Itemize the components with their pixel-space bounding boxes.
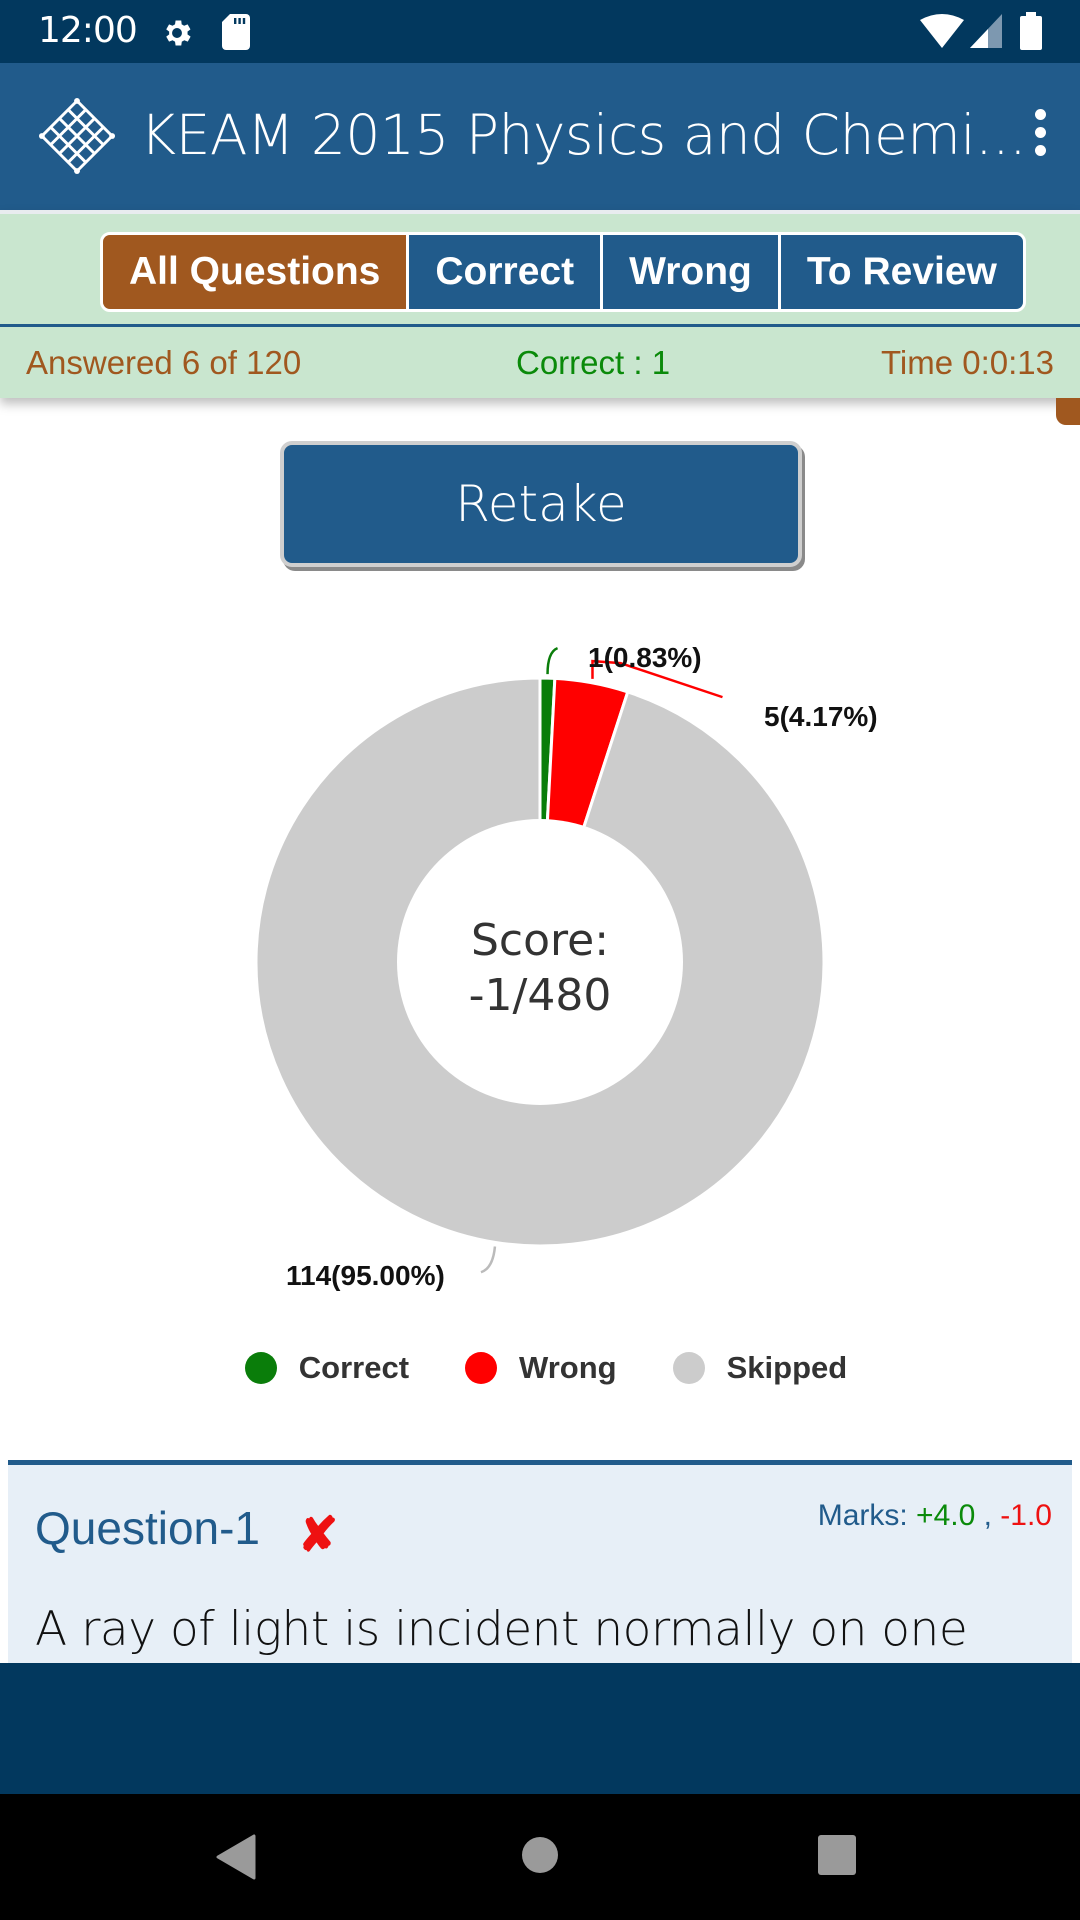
- legend-item-wrong[interactable]: Wrong: [465, 1350, 617, 1386]
- retake-button[interactable]: Retake: [280, 441, 802, 567]
- question-card[interactable]: Question-1 ✘ Marks: +4.0 , -1.0 A ray of…: [8, 1460, 1072, 1670]
- drawer-handle[interactable]: [1056, 398, 1080, 425]
- score-donut-chart: Score: -1/480 1(0.83%) 5(4.17%) 114(95.0…: [254, 642, 878, 1291]
- correct-count: Correct : 1: [516, 344, 671, 381]
- stats-row: Answered 6 of 120 Correct : 1 Time 0:0:1…: [0, 344, 1080, 388]
- more-vert-icon: [1034, 109, 1046, 120]
- legend-label: Skipped: [726, 1350, 848, 1385]
- legend-label: Wrong: [519, 1350, 617, 1385]
- sd-card-icon: [222, 14, 250, 50]
- more-vert-icon-dot: [1034, 127, 1046, 138]
- tab-to-review[interactable]: To Review: [777, 235, 1023, 309]
- divider: [0, 324, 1080, 327]
- chart-legend: Correct Wrong Skipped: [0, 1343, 1080, 1393]
- tab-correct[interactable]: Correct: [406, 235, 601, 309]
- leader-line-skipped: [480, 1246, 497, 1274]
- score-label: Score:: [471, 915, 609, 966]
- legend-label: Correct: [298, 1350, 410, 1385]
- more-vert-icon-dot: [1034, 145, 1046, 156]
- score-value: -1/480: [469, 970, 612, 1021]
- app-bar: KEAM 2015 Physics and Chemi...: [0, 63, 1080, 210]
- question-title: Question-1: [35, 1502, 261, 1554]
- tab-wrong[interactable]: Wrong: [600, 235, 778, 309]
- slice-label-wrong: 5(4.17%): [764, 701, 878, 732]
- legend-item-correct[interactable]: Correct: [244, 1350, 410, 1386]
- answered-count: Answered 6 of 120: [26, 344, 302, 381]
- back-icon[interactable]: [216, 1834, 256, 1880]
- system-nav-bar: [0, 1794, 1080, 1920]
- leader-line-correct: [546, 646, 559, 675]
- wrong-cross-icon: ✘: [298, 1509, 339, 1562]
- app-title: KEAM 2015 Physics and Chemi...: [140, 103, 1027, 167]
- marks-negative: -1.0: [1000, 1499, 1052, 1532]
- legend-dot-wrong: [465, 1352, 498, 1384]
- elapsed-time: Time 0:0:13: [880, 344, 1054, 381]
- cell-signal-icon: [970, 14, 1002, 48]
- home-icon[interactable]: [520, 1835, 560, 1875]
- tab-all-questions[interactable]: All Questions: [103, 235, 407, 309]
- battery-icon: [1020, 12, 1042, 50]
- app-logo-icon: [38, 97, 116, 175]
- status-bar: 12:00: [0, 0, 1080, 63]
- recents-icon[interactable]: [817, 1834, 857, 1876]
- marks-separator: ,: [975, 1499, 1001, 1532]
- bottom-banner: [0, 1663, 1080, 1794]
- wifi-icon: [920, 14, 964, 48]
- status-time: 12:00: [38, 10, 138, 51]
- filter-tabs: All Questions Correct Wrong To Review: [100, 232, 1026, 312]
- question-text: A ray of light is incident normally on o…: [35, 1602, 968, 1657]
- marks-label: Marks:: [817, 1499, 908, 1532]
- marks-positive: +4.0: [916, 1499, 976, 1532]
- legend-dot-correct: [244, 1352, 277, 1384]
- slice-label-skipped: 114(95.00%): [286, 1260, 445, 1291]
- filter-panel: All Questions Correct Wrong To Review An…: [0, 210, 1080, 398]
- legend-dot-skipped: [672, 1352, 705, 1384]
- slice-label-correct: 1(0.83%): [588, 642, 702, 673]
- settings-icon: [166, 20, 191, 46]
- legend-item-skipped[interactable]: Skipped: [672, 1350, 848, 1386]
- more-options-button[interactable]: [1020, 105, 1060, 165]
- question-marks: Marks: +4.0 , -1.0: [818, 1499, 1052, 1533]
